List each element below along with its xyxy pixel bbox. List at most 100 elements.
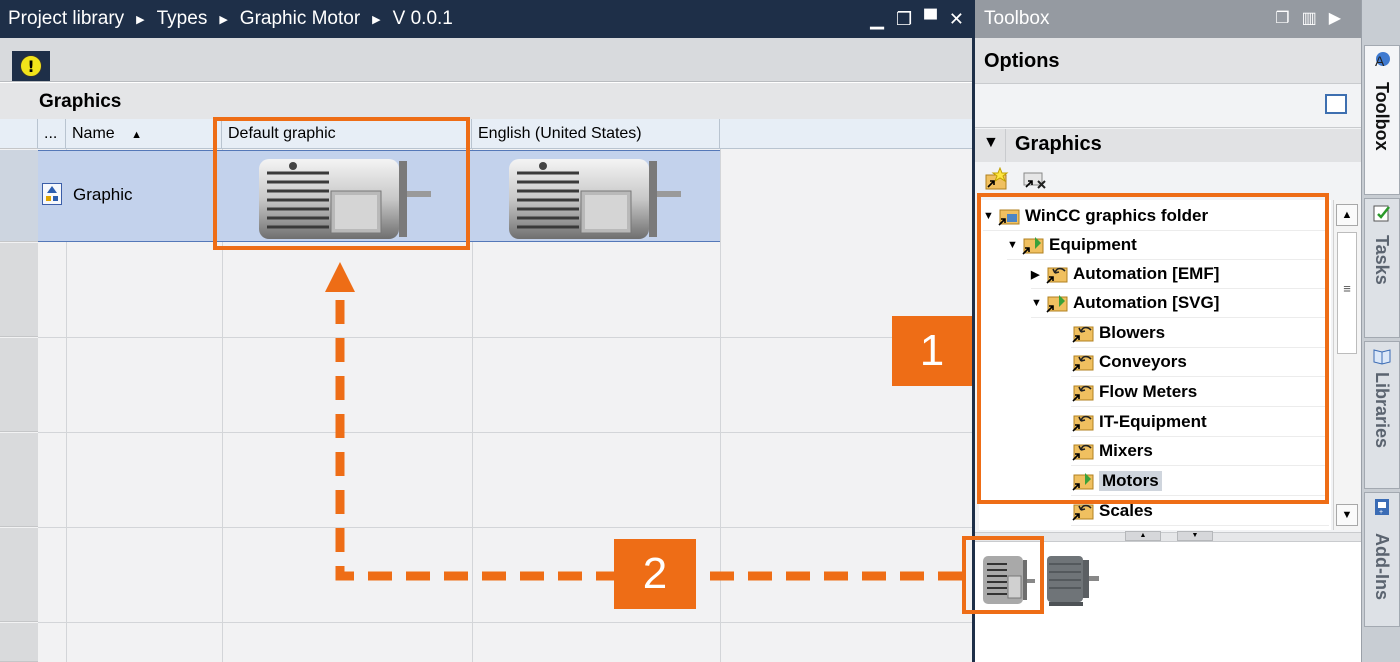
scroll-down-icon[interactable]: ▼ (1336, 504, 1358, 526)
expanded-arrow-icon[interactable]: ▼ (983, 210, 997, 222)
breadcrumb-version[interactable]: V 0.0.1 (393, 8, 453, 30)
graphics-pane-header[interactable]: ▼ Graphics (975, 129, 1361, 162)
tree-item-it-equipment[interactable]: IT-Equipment (1071, 408, 1329, 437)
row-header[interactable] (0, 150, 38, 242)
maximize-icon[interactable]: ▀ (924, 9, 937, 30)
graphics-section-title: Graphics (0, 83, 972, 119)
breadcrumb-separator-icon: ▶ (372, 13, 381, 26)
tree-item-flow-meters[interactable]: Flow Meters (1071, 378, 1329, 407)
minimize-icon[interactable]: ▁ (870, 9, 884, 30)
tree-item-label: Flow Meters (1099, 382, 1198, 401)
window-controls: ▁ ❐ ▀ ✕ (870, 0, 964, 38)
tree-item-label: Conveyors (1099, 352, 1187, 371)
svg-text:A: A (1375, 53, 1385, 69)
tree-item-label: Motors (1099, 471, 1162, 491)
linked-folder-icon (1072, 326, 1094, 343)
column-header-english[interactable]: English (United States) (472, 119, 720, 149)
tab-add-ins[interactable]: + Add-Ins (1364, 492, 1400, 627)
pane-resize-handle[interactable]: ▲ ▼ (975, 531, 1361, 542)
toolbox-titlebar: Toolbox ❐▥▶ (975, 0, 1361, 38)
options-body (975, 84, 1361, 128)
tree-item-label: Mixers (1099, 441, 1153, 460)
tab-toolbox-label: Toolbox (1372, 82, 1392, 151)
grid-line (720, 149, 721, 662)
tree-item-automation-emf[interactable]: ▶ Automation [EMF] (1031, 260, 1329, 289)
tree-item-label: Automation [SVG] (1073, 293, 1220, 312)
restore-icon[interactable]: ❐ (896, 9, 912, 30)
linked-folder-icon (1046, 295, 1068, 313)
tab-tasks[interactable]: Tasks (1364, 198, 1400, 338)
library-editor: Project library ▶ Types ▶ Graphic Motor … (0, 0, 972, 662)
grid-line (38, 527, 972, 528)
linked-folder-icon (1072, 355, 1094, 372)
expanded-arrow-icon[interactable]: ▼ (1007, 239, 1021, 251)
column-header-empty (720, 119, 972, 149)
tree-item-blowers[interactable]: Blowers (1071, 319, 1329, 348)
column-header-default-graphic[interactable]: Default graphic (222, 119, 472, 149)
expanded-arrow-icon[interactable]: ▼ (1031, 297, 1045, 309)
breadcrumb-graphic-motor[interactable]: Graphic Motor (240, 8, 360, 30)
tree-scrollbar[interactable]: ▲ ≡ ▼ (1333, 200, 1360, 530)
options-header[interactable]: Options (975, 38, 1361, 84)
resize-up-icon[interactable]: ▲ (1125, 531, 1161, 541)
tree-item-motors[interactable]: Motors (1071, 467, 1329, 496)
linked-folder-icon (1072, 415, 1094, 432)
close-icon[interactable]: ✕ (949, 9, 964, 30)
side-tab-strip: A Toolbox Tasks Libraries + Add-Ins (1361, 0, 1400, 662)
editor-titlebar: Project library ▶ Types ▶ Graphic Motor … (0, 0, 972, 38)
tab-libraries-label: Libraries (1372, 372, 1392, 449)
row-header (0, 433, 38, 527)
scroll-up-icon[interactable]: ▲ (1336, 204, 1358, 226)
tree-item-equipment[interactable]: ▼ Equipment (1007, 231, 1329, 260)
motor-thumbnail-1[interactable] (981, 550, 1037, 608)
tree-item-wincc-graphics-folder[interactable]: ▼ WinCC graphics folder (983, 202, 1329, 231)
tree-item-label: Blowers (1099, 323, 1166, 342)
row-header (0, 528, 38, 622)
graphics-pane-title: Graphics (1015, 133, 1102, 155)
editor-toolbar: ! (0, 38, 972, 82)
step-badge-2: 2 (614, 539, 696, 609)
column-name-label: Name (72, 125, 115, 142)
resize-down-icon[interactable]: ▼ (1177, 531, 1213, 541)
graphics-table: ... Name ▲ Default graphic English (Unit… (0, 119, 972, 662)
toolbox-tab-icon: A (1375, 52, 1390, 69)
remove-folder-link-icon[interactable] (1022, 167, 1048, 191)
breadcrumb-project-library[interactable]: Project library (0, 8, 124, 30)
pane-layout-icon[interactable] (1325, 94, 1347, 114)
collapsed-arrow-icon[interactable]: ▶ (1031, 268, 1045, 281)
motor-thumbnail-2[interactable] (1045, 550, 1101, 608)
warning-icon: ! (20, 55, 42, 77)
grid-line (38, 432, 972, 433)
graphics-preview-area (975, 542, 1361, 662)
tree-item-conveyors[interactable]: Conveyors (1071, 348, 1329, 377)
column-header-more[interactable]: ... (38, 119, 66, 149)
warning-button[interactable]: ! (12, 51, 50, 81)
default-graphic-motor-image[interactable] (253, 155, 437, 241)
breadcrumb-types[interactable]: Types (157, 8, 208, 30)
svg-text:+: + (1379, 509, 1383, 516)
grid-line (38, 337, 972, 338)
sort-ascending-icon: ▲ (131, 129, 143, 141)
add-ins-tab-icon: + (1375, 499, 1389, 516)
breadcrumb-separator-icon: ▶ (219, 13, 228, 26)
row-name-cell[interactable]: Graphic (73, 185, 133, 205)
tree-item-scales[interactable]: Scales (1071, 497, 1329, 526)
scroll-thumb[interactable]: ≡ (1337, 232, 1357, 354)
add-folder-link-icon[interactable] (984, 167, 1010, 191)
row-header (0, 338, 38, 432)
tab-libraries[interactable]: Libraries (1364, 341, 1400, 489)
row-header (0, 623, 38, 662)
toolbox-title: Toolbox (984, 8, 1050, 29)
tab-toolbox[interactable]: A Toolbox (1364, 45, 1400, 195)
divider (1005, 129, 1006, 162)
tree-item-automation-svg[interactable]: ▼ Automation [SVG] (1031, 289, 1329, 318)
toolbox-window-controls[interactable]: ❐▥▶ (1275, 8, 1353, 28)
english-graphic-motor-image[interactable] (503, 155, 687, 241)
linked-folder-icon (1022, 237, 1044, 255)
linked-folder-icon (1072, 444, 1094, 461)
column-header-name[interactable]: Name ▲ (66, 119, 222, 149)
tab-add-ins-label: Add-Ins (1372, 533, 1392, 600)
step-badge-1: 1 (892, 316, 972, 386)
chevron-down-icon[interactable]: ▼ (983, 134, 999, 152)
tree-item-mixers[interactable]: Mixers (1071, 437, 1329, 466)
